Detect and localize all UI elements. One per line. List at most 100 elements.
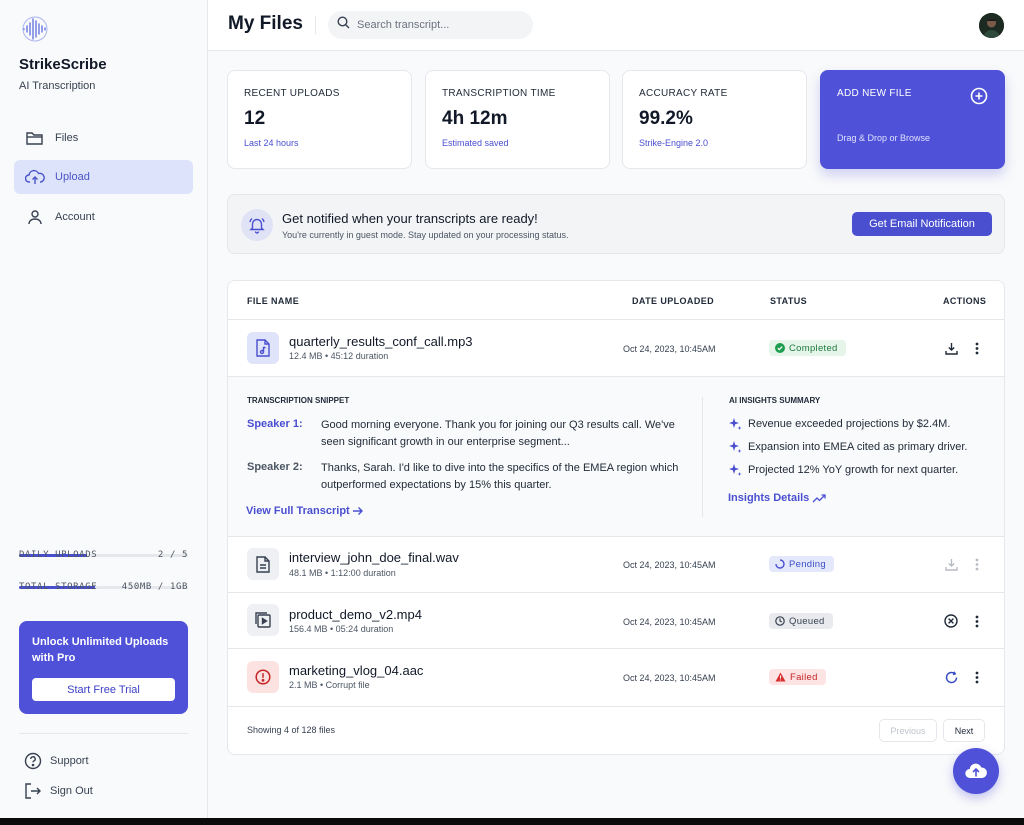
insight-text: Revenue exceeded projections by $2.4M. <box>748 418 951 430</box>
file-date: Oct 24, 2023, 10:45AM <box>623 560 716 570</box>
next-button[interactable]: Next <box>943 719 985 742</box>
user-icon <box>25 207 45 227</box>
get-email-notification-button[interactable]: Get Email Notification <box>852 212 992 236</box>
upload-fab-button[interactable] <box>953 748 999 794</box>
download-icon[interactable] <box>943 340 959 356</box>
col-status: STATUS <box>770 296 808 306</box>
file-meta: 12.4 MB • 45:12 duration <box>289 351 389 361</box>
search-box[interactable] <box>328 11 533 39</box>
notification-subtitle: You're currently in guest mode. Stay upd… <box>282 230 569 240</box>
file-name[interactable]: marketing_vlog_04.aac <box>289 663 423 678</box>
stat-card-transcription-time: TRANSCRIPTION TIME 4h 12m Estimated save… <box>425 70 610 169</box>
showing-count: Showing 4 of 128 files <box>247 725 336 735</box>
view-full-transcript-link[interactable]: View Full Transcript <box>246 505 363 517</box>
retry-icon[interactable] <box>943 669 959 685</box>
plus-circle-icon <box>970 87 988 110</box>
stat-value: 4h 12m <box>442 108 508 129</box>
status-badge: Failed <box>769 669 826 685</box>
cloud-upload-icon <box>965 762 987 780</box>
nav-label: Account <box>55 211 95 223</box>
nav-label: Files <box>55 132 79 144</box>
status-label: Completed <box>789 342 838 354</box>
daily-uploads-label: DAILY UPLOADS <box>19 550 98 560</box>
bell-icon <box>241 209 273 241</box>
nav-item-account[interactable]: Account <box>14 200 193 234</box>
promo-title: Unlock Unlimited Uploads with Pro <box>32 636 169 664</box>
logout-icon <box>24 782 42 800</box>
nav-item-upload[interactable]: Upload <box>14 160 193 194</box>
daily-uploads-value: 2 / 5 <box>157 550 188 560</box>
cancel-icon[interactable] <box>943 613 959 629</box>
file-date: Oct 24, 2023, 10:45AM <box>623 344 716 354</box>
trend-icon <box>812 493 826 503</box>
sparkle-icon <box>728 440 742 454</box>
daily-uploads-meter: DAILY UPLOADS 2 / 5 <box>19 550 188 560</box>
cloud-upload-icon <box>25 167 45 187</box>
stat-sub: Last 24 hours <box>244 138 299 148</box>
support-label: Support <box>50 755 89 767</box>
col-date-uploaded: DATE UPLOADED <box>632 296 715 306</box>
video-file-icon <box>247 604 279 636</box>
logo-icon <box>19 14 51 44</box>
file-meta: 2.1 MB • Corrupt file <box>289 680 370 690</box>
page-title: My Files <box>228 13 303 34</box>
sign-out-link[interactable]: Sign Out <box>24 782 93 800</box>
more-vertical-icon[interactable] <box>969 613 985 629</box>
status-badge: Pending <box>769 556 834 572</box>
col-file-name: FILE NAME <box>247 296 300 306</box>
brand-tagline: AI Transcription <box>19 80 96 92</box>
view-full-transcript-label: View Full Transcript <box>246 505 350 517</box>
stat-label: TRANSCRIPTION TIME <box>442 88 556 99</box>
bottom-strip <box>0 818 1024 825</box>
insight-item: Projected 12% YoY growth for next quarte… <box>728 463 958 477</box>
sign-out-label: Sign Out <box>50 785 93 797</box>
sparkle-icon <box>728 417 742 431</box>
file-name[interactable]: product_demo_v2.mp4 <box>289 607 422 622</box>
brand-name: StrikeScribe <box>19 56 107 73</box>
col-actions: ACTIONS <box>943 296 987 306</box>
stat-sub: Strike-Engine 2.0 <box>639 138 709 148</box>
download-icon[interactable] <box>943 556 959 572</box>
file-name[interactable]: quarterly_results_conf_call.mp3 <box>289 334 473 349</box>
sidebar-divider <box>19 733 188 734</box>
audio-file-icon <box>247 332 279 364</box>
insight-text: Projected 12% YoY growth for next quarte… <box>748 464 959 476</box>
speaker-label: Speaker 1: <box>247 418 303 430</box>
more-vertical-icon[interactable] <box>969 556 985 572</box>
insight-item: Expansion into EMEA cited as primary dri… <box>728 440 967 454</box>
check-circle-icon <box>775 343 785 353</box>
nav-label: Upload <box>55 171 90 183</box>
more-vertical-icon[interactable] <box>969 669 985 685</box>
file-name[interactable]: interview_john_doe_final.wav <box>289 550 459 565</box>
speaker-text: Thanks, Sarah. I'd like to dive into the… <box>321 462 679 491</box>
files-table: FILE NAME DATE UPLOADED STATUS ACTIONS q… <box>227 280 1005 755</box>
stat-value: 99.2% <box>639 108 693 129</box>
status-badge: Completed <box>769 340 846 356</box>
start-free-trial-button[interactable]: Start Free Trial <box>32 678 175 701</box>
more-vertical-icon[interactable] <box>969 340 985 356</box>
status-label: Failed <box>790 671 818 683</box>
folder-icon <box>25 128 45 148</box>
warning-icon <box>775 672 786 682</box>
speaker-text: Good morning everyone. Thank you for joi… <box>321 419 675 448</box>
sidebar: StrikeScribe AI Transcription Files Uplo… <box>0 0 208 818</box>
top-header: My Files <box>208 0 1024 51</box>
add-new-file-card[interactable]: ADD NEW FILE Drag & Drop or Browse <box>820 70 1005 169</box>
previous-button[interactable]: Previous <box>879 719 937 742</box>
stat-card-recent-uploads: RECENT UPLOADS 12 Last 24 hours <box>227 70 412 169</box>
file-meta: 156.4 MB • 05:24 duration <box>289 624 394 634</box>
insight-text: Expansion into EMEA cited as primary dri… <box>748 441 968 453</box>
speaker-label: Speaker 2: <box>247 461 303 473</box>
file-date: Oct 24, 2023, 10:45AM <box>623 673 716 683</box>
add-file-label: ADD NEW FILE <box>837 88 912 99</box>
nav-item-files[interactable]: Files <box>14 121 193 155</box>
search-input[interactable] <box>357 19 517 31</box>
error-icon <box>247 661 279 693</box>
avatar[interactable] <box>979 13 1004 38</box>
file-date: Oct 24, 2023, 10:45AM <box>623 617 716 627</box>
support-link[interactable]: Support <box>24 752 89 770</box>
total-storage-meter: TOTAL STORAGE 450MB / 1GB <box>19 582 188 592</box>
stat-sub: Estimated saved <box>442 138 509 148</box>
insights-details-link[interactable]: Insights Details <box>728 492 826 504</box>
spinner-icon <box>775 559 785 569</box>
